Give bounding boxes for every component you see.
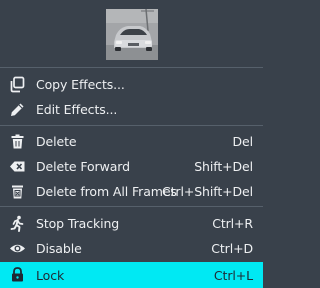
menu-item-stop-tracking[interactable]: Stop Tracking Ctrl+R (0, 211, 263, 236)
pencil-icon (9, 101, 26, 118)
menu-item-shortcut: Ctrl+L (213, 267, 253, 283)
menu-item-delete[interactable]: Delete Del (0, 129, 263, 154)
menu-item-copy-effects[interactable]: Copy Effects... (0, 72, 263, 97)
menu-item-label: Disable (36, 241, 82, 256)
menu-item-lock[interactable]: Lock Ctrl+L (0, 262, 263, 288)
menu-item-delete-forward[interactable]: Delete Forward Shift+Del (0, 154, 263, 179)
lock-icon (9, 266, 26, 283)
copy-icon (9, 76, 26, 93)
eye-icon (9, 240, 26, 257)
menu-item-shortcut: Del (232, 134, 254, 149)
trash-frames-icon (9, 183, 26, 200)
menu-item-label: Lock (36, 267, 65, 283)
menu-item-label: Delete from All Frames (36, 184, 177, 199)
trash-icon (9, 133, 26, 150)
backspace-x-icon (9, 158, 26, 175)
menu-item-shortcut: Ctrl+R (212, 216, 253, 231)
menu-separator (0, 67, 263, 68)
menu-item-label: Edit Effects... (36, 102, 118, 117)
menu-item-delete-all-frames[interactable]: Delete from All Frames Ctrl+Shift+Del (0, 179, 263, 204)
menu-item-shortcut: Ctrl+D (211, 241, 253, 256)
menu-separator (0, 125, 263, 126)
menu-item-edit-effects[interactable]: Edit Effects... (0, 97, 263, 122)
menu-item-label: Delete (36, 134, 77, 149)
menu-item-label: Stop Tracking (36, 216, 120, 231)
menu-item-shortcut: Ctrl+Shift+Del (162, 184, 253, 199)
running-figure-icon (9, 215, 26, 232)
menu-item-shortcut: Shift+Del (194, 159, 253, 174)
menu-item-label: Delete Forward (36, 159, 130, 174)
menu-item-disable[interactable]: Disable Ctrl+D (0, 236, 263, 261)
object-thumbnail (106, 9, 158, 60)
menu-item-label: Copy Effects... (36, 77, 125, 92)
menu-separator (0, 206, 263, 207)
context-menu: Copy Effects... Edit Effects... Delete D… (0, 0, 263, 288)
